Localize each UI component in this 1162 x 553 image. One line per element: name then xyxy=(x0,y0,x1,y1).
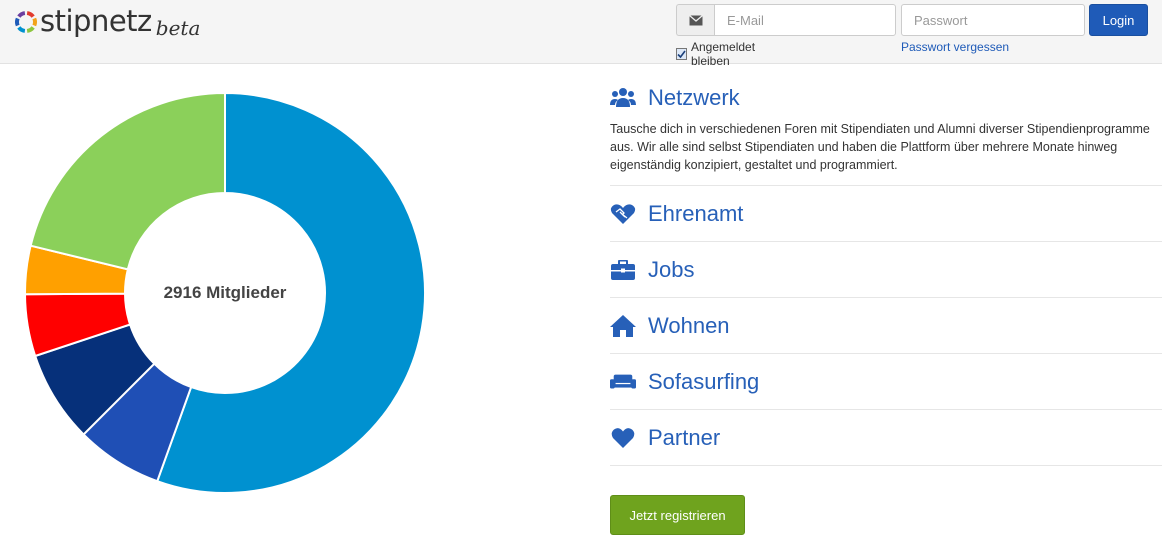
feature-title-partner[interactable]: Partner xyxy=(648,424,720,452)
logo-ring-arc xyxy=(32,17,37,27)
feature-title-netzwerk[interactable]: Netzwerk xyxy=(648,84,740,112)
briefcase-icon xyxy=(610,257,636,283)
top-header: stipnetz beta Login Angemeldet bleiben P… xyxy=(0,0,1162,68)
envelope-icon xyxy=(676,4,714,36)
logo-ring-icon xyxy=(15,11,37,33)
members-donut-chart xyxy=(23,91,426,494)
remember-label: Angemeldet bleiben xyxy=(691,40,756,68)
remember-me[interactable]: Angemeldet bleiben xyxy=(676,40,756,68)
heart-icon xyxy=(610,425,636,451)
sofa-icon xyxy=(610,369,636,395)
checkmark-icon xyxy=(677,50,686,58)
house-icon xyxy=(610,313,636,339)
feature-title-jobs[interactable]: Jobs xyxy=(648,256,694,284)
donut-slice-6[interactable] xyxy=(29,91,226,271)
feature-sofasurfing: Sofasurfing xyxy=(610,354,1162,410)
email-input-group xyxy=(676,4,896,36)
feature-title-sofasurfing[interactable]: Sofasurfing xyxy=(648,368,759,396)
password-input[interactable] xyxy=(901,4,1085,36)
logo-beta-label: beta xyxy=(155,16,201,40)
logo-ring-arc xyxy=(17,11,26,18)
remember-checkbox[interactable] xyxy=(676,48,687,60)
feature-partner: Partner xyxy=(610,410,1162,466)
logo-ring-arc xyxy=(26,11,35,18)
users-icon xyxy=(610,85,636,111)
feature-jobs: Jobs xyxy=(610,242,1162,298)
feature-wohnen: Wohnen xyxy=(610,298,1162,354)
feature-netzwerk: Netzwerk Tausche dich in verschiedenen F… xyxy=(610,78,1162,186)
email-input[interactable] xyxy=(714,4,896,36)
login-button[interactable]: Login xyxy=(1089,4,1148,36)
feature-ehrenamt: Ehrenamt xyxy=(610,186,1162,242)
forgot-password-link[interactable]: Passwort vergessen xyxy=(901,40,1009,54)
logo-ring-arc xyxy=(26,26,35,33)
feature-title-wohnen[interactable]: Wohnen xyxy=(648,312,730,340)
stipnetz-logo[interactable]: stipnetz beta xyxy=(14,2,200,42)
feature-desc-netzwerk: Tausche dich in verschiedenen Foren mit … xyxy=(610,122,1150,172)
feature-title-ehrenamt[interactable]: Ehrenamt xyxy=(648,200,743,228)
register-button[interactable]: Jetzt registrieren xyxy=(610,495,745,535)
logo-ring-arc xyxy=(15,17,20,27)
heart-handshake-icon xyxy=(610,201,636,227)
logo-ring-arc xyxy=(17,26,26,33)
logo-wordmark: stipnetz xyxy=(40,4,152,38)
feature-list: Netzwerk Tausche dich in verschiedenen F… xyxy=(610,78,1162,466)
